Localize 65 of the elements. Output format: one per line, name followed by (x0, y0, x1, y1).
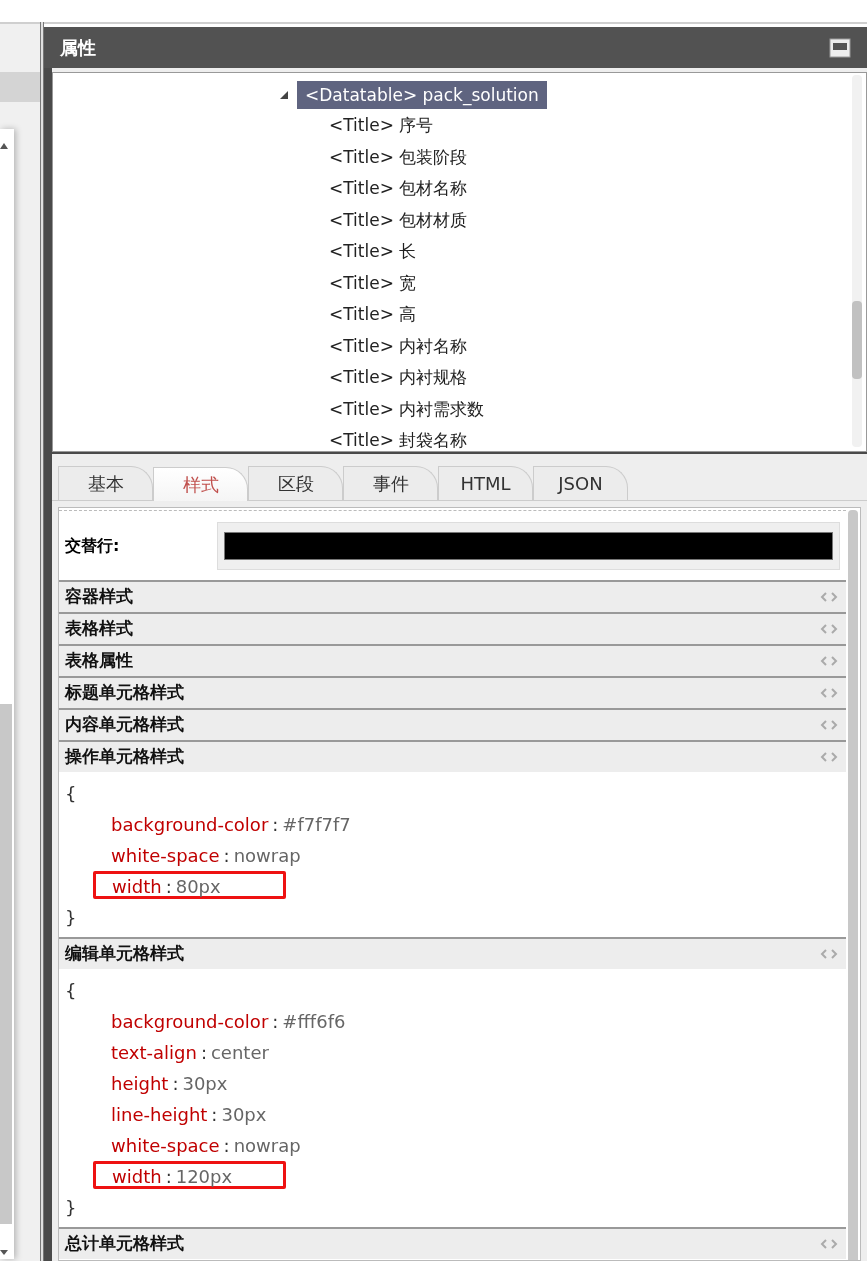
minimize-icon[interactable] (829, 37, 851, 58)
css-declaration: white-space : nowrap (111, 1134, 301, 1158)
code-brace: } (65, 1197, 77, 1218)
tab[interactable]: 基本 (58, 466, 153, 500)
section-title: 标题单元格样式 (65, 681, 184, 705)
tree-item[interactable]: <Title> 高 (329, 304, 417, 324)
tree-item[interactable]: <Title> 包装阶段 (329, 146, 468, 167)
code-icon[interactable] (820, 949, 838, 959)
section-title: 内容单元格样式 (65, 713, 184, 737)
tree-item[interactable]: <Title> 包材材质 (329, 209, 468, 230)
section-title: 编辑单元格样式 (65, 942, 184, 966)
tab[interactable]: 事件 (343, 466, 438, 500)
tab[interactable]: 区段 (248, 466, 343, 500)
tree-item[interactable]: <Datatable> pack_solution (297, 80, 547, 109)
css-declaration: text-align : center (111, 1041, 269, 1065)
tree-item[interactable]: <Title> 内衬名称 (329, 335, 468, 356)
tree-item[interactable]: <Title> 内衬需求数 (329, 398, 485, 419)
code-icon[interactable] (820, 624, 838, 634)
section-header[interactable]: 操作单元格样式 (59, 740, 846, 772)
scroll-down-icon[interactable] (0, 1248, 8, 1256)
section-header[interactable]: 表格样式 (59, 612, 846, 644)
tree-item[interactable]: <Title> 序号 (329, 115, 434, 135)
code-brace: { (65, 980, 77, 1001)
section-title: 表格样式 (65, 617, 133, 641)
highlighted-css-declaration: width : 120px (93, 1161, 286, 1189)
code-icon[interactable] (820, 688, 838, 698)
code-icon[interactable] (820, 656, 838, 666)
section-header[interactable]: 编辑单元格样式 (59, 937, 846, 969)
section-header[interactable]: 标题单元格样式 (59, 676, 846, 708)
expanded-icon[interactable] (279, 89, 289, 100)
section-header[interactable]: 内容单元格样式 (59, 708, 846, 740)
color-field[interactable] (224, 531, 833, 560)
css-declaration: line-height : 30px (111, 1103, 267, 1127)
code-brace: { (65, 783, 77, 804)
tree-item[interactable]: <Title> 包材名称 (329, 178, 468, 198)
scrollbar-thumb[interactable] (0, 704, 12, 1224)
tree-item[interactable]: <Title> 宽 (329, 272, 417, 293)
tree-item[interactable]: <Title> 封袋名称 (329, 430, 468, 450)
section-title: 总计单元格样式 (65, 1232, 184, 1256)
code-icon[interactable] (820, 752, 838, 762)
code-brace: } (65, 907, 77, 928)
css-declaration: white-space : nowrap (111, 844, 301, 868)
code-icon[interactable] (820, 720, 838, 730)
section-title: 容器样式 (65, 585, 133, 609)
css-declaration: background-color : #fff6f6 (111, 1010, 346, 1034)
tree-item[interactable]: <Title> 内衬规格 (329, 367, 468, 387)
field-label: 交替行: (64, 534, 121, 557)
panel-title: 属性 (60, 36, 96, 60)
code-icon[interactable] (820, 592, 838, 602)
scrollbar-thumb[interactable] (848, 510, 858, 1260)
tree-item[interactable]: <Title> 长 (329, 241, 417, 261)
css-declaration: height : 30px (111, 1072, 228, 1096)
section-title: 操作单元格样式 (65, 745, 184, 769)
section-title: 表格属性 (65, 649, 133, 673)
highlighted-css-declaration: width : 80px (93, 871, 286, 899)
tab[interactable]: JSON (533, 466, 628, 500)
scroll-up-icon[interactable] (0, 141, 8, 149)
tab[interactable]: 样式 (153, 467, 248, 501)
section-header[interactable]: 表格属性 (59, 644, 846, 676)
tab[interactable]: HTML (438, 466, 533, 500)
scrollbar-thumb[interactable] (852, 301, 862, 379)
css-declaration: background-color : #f7f7f7 (111, 813, 351, 837)
section-header[interactable]: 总计单元格样式 (59, 1227, 846, 1259)
code-icon[interactable] (820, 1239, 838, 1249)
section-header[interactable]: 容器样式 (59, 580, 846, 612)
